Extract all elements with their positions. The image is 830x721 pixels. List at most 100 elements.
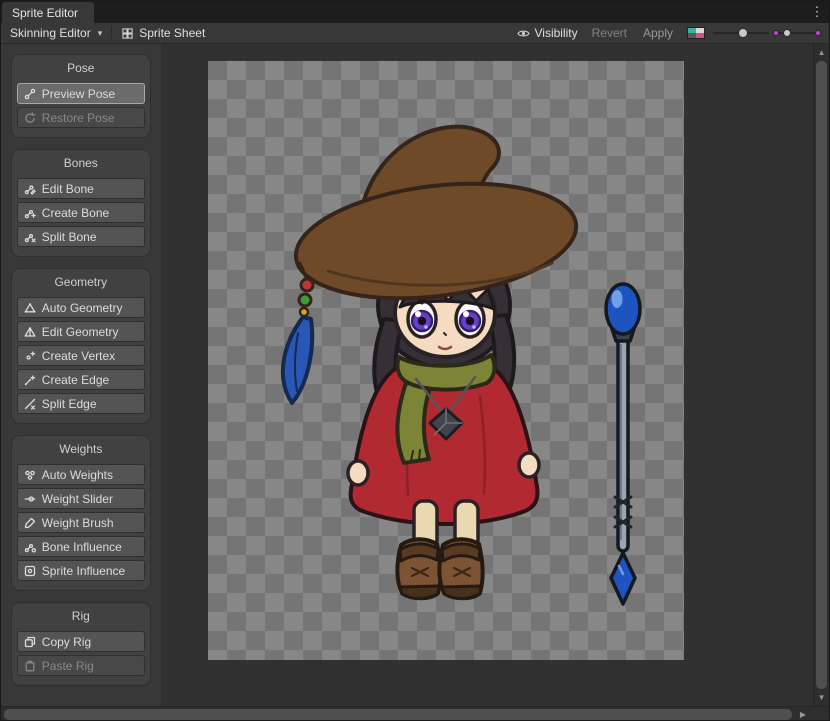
slider-track[interactable] <box>773 32 821 34</box>
edit-geometry-icon <box>24 326 36 338</box>
weights-group-title: Weights <box>17 440 145 461</box>
revert-button[interactable]: Revert <box>586 26 633 40</box>
split-edge-icon <box>24 398 36 410</box>
witch-character-sprite <box>208 61 684 660</box>
sprite-influence-icon <box>24 565 36 577</box>
tab-label: Sprite Editor <box>12 6 78 20</box>
paste-rig-button[interactable]: Paste Rig <box>17 655 145 676</box>
eye-icon <box>517 28 530 39</box>
button-label: Create Edge <box>42 373 109 387</box>
button-label: Edit Bone <box>42 182 94 196</box>
skinning-editor-label: Skinning Editor <box>10 26 91 40</box>
weight-slider-icon <box>24 493 36 505</box>
apply-button[interactable]: Apply <box>637 26 679 40</box>
bone-influence-button[interactable]: Bone Influence <box>17 536 145 557</box>
create-vertex-icon <box>24 350 36 362</box>
boot-right <box>439 539 482 598</box>
weight-slider-button[interactable]: Weight Slider <box>17 488 145 509</box>
button-label: Weight Slider <box>42 492 113 506</box>
paste-rig-icon <box>24 660 36 672</box>
auto-weights-button[interactable]: Auto Weights <box>17 464 145 485</box>
overlay-opacity-slider[interactable] <box>713 26 769 40</box>
button-label: Edit Geometry <box>42 325 119 339</box>
button-label: Auto Geometry <box>42 301 123 315</box>
staff-sprite <box>606 284 640 604</box>
scroll-down-icon[interactable]: ▼ <box>814 690 829 705</box>
button-label: Auto Weights <box>42 468 113 482</box>
edit-bone-icon <box>24 183 36 195</box>
toolbar: Skinning Editor ▾ Sprite Sheet Visibilit… <box>1 23 829 44</box>
bone-influence-icon <box>24 541 36 553</box>
slider-knob[interactable] <box>738 28 748 38</box>
slider-knob[interactable] <box>783 29 791 37</box>
auto-geometry-icon <box>24 302 36 314</box>
horizontal-scrollbar[interactable]: ▶ <box>1 706 829 721</box>
slider-end-dot <box>815 30 821 36</box>
scrollbar-corner <box>812 707 829 721</box>
button-label: Split Bone <box>42 230 97 244</box>
split-bone-button[interactable]: Split Bone <box>17 226 145 247</box>
copy-rig-button[interactable]: Copy Rig <box>17 631 145 652</box>
sprite-viewport[interactable] <box>161 44 813 706</box>
tool-panel: Pose Preview Pose Restore Pose Bones Edi… <box>1 44 161 706</box>
geometry-group: Geometry Auto Geometry Edit Geometry Cre… <box>11 268 151 424</box>
sprite-editor-window: Sprite Editor ⋮ Skinning Editor ▾ Sprite… <box>0 0 830 721</box>
slider-end-dot <box>773 30 779 36</box>
horizontal-scrollbar-thumb[interactable] <box>4 709 792 720</box>
create-vertex-button[interactable]: Create Vertex <box>17 345 145 366</box>
bones-group: Bones Edit Bone Create Bone Split Bone <box>11 149 151 257</box>
button-label: Paste Rig <box>42 659 94 673</box>
button-label: Create Bone <box>42 206 109 220</box>
boot-left <box>397 539 440 598</box>
create-bone-button[interactable]: Create Bone <box>17 202 145 223</box>
scroll-up-icon[interactable]: ▲ <box>814 45 829 60</box>
vertical-scrollbar-thumb[interactable] <box>816 61 827 689</box>
preview-pose-icon <box>24 88 36 100</box>
sprite-sheet-grid-icon <box>121 28 134 39</box>
weight-brush-icon <box>24 517 36 529</box>
witch-body <box>283 127 583 599</box>
sprite-sheet-label: Sprite Sheet <box>139 26 205 40</box>
button-label: Split Edge <box>42 397 97 411</box>
pose-group-title: Pose <box>17 59 145 80</box>
chevron-down-icon: ▾ <box>98 28 103 39</box>
transparency-checkerboard[interactable] <box>208 61 684 660</box>
create-edge-icon <box>24 374 36 386</box>
create-bone-icon <box>24 207 36 219</box>
auto-geometry-button[interactable]: Auto Geometry <box>17 297 145 318</box>
button-label: Bone Influence <box>42 540 122 554</box>
button-label: Sprite Influence <box>42 564 125 578</box>
button-label: Restore Pose <box>42 111 115 125</box>
skinning-editor-dropdown[interactable]: Skinning Editor ▾ <box>1 23 111 43</box>
main-content: Pose Preview Pose Restore Pose Bones Edi… <box>1 44 829 706</box>
restore-pose-icon <box>24 112 36 124</box>
preview-pose-button[interactable]: Preview Pose <box>17 83 145 104</box>
toolbar-right: Visibility Revert Apply <box>513 26 830 40</box>
secondary-opacity-slider[interactable] <box>773 26 821 40</box>
weight-brush-button[interactable]: Weight Brush <box>17 512 145 533</box>
apply-label: Apply <box>643 26 673 40</box>
split-bone-icon <box>24 231 36 243</box>
rig-group-title: Rig <box>17 607 145 628</box>
tab-bar: Sprite Editor ⋮ <box>1 1 829 23</box>
split-edge-button[interactable]: Split Edge <box>17 393 145 414</box>
tab-sprite-editor[interactable]: Sprite Editor <box>2 2 94 23</box>
revert-label: Revert <box>592 26 627 40</box>
overlay-color-swatch[interactable] <box>687 27 705 39</box>
vertical-scrollbar[interactable]: ▲ ▼ <box>813 44 829 706</box>
create-edge-button[interactable]: Create Edge <box>17 369 145 390</box>
sprite-sheet-button[interactable]: Sprite Sheet <box>112 23 214 43</box>
button-label: Preview Pose <box>42 87 115 101</box>
rig-group: Rig Copy Rig Paste Rig <box>11 602 151 686</box>
restore-pose-button[interactable]: Restore Pose <box>17 107 145 128</box>
visibility-label: Visibility <box>535 26 578 40</box>
scroll-right-icon[interactable]: ▶ <box>795 707 811 721</box>
copy-rig-icon <box>24 636 36 648</box>
visibility-toggle[interactable]: Visibility <box>513 26 582 40</box>
bones-group-title: Bones <box>17 154 145 175</box>
sprite-influence-button[interactable]: Sprite Influence <box>17 560 145 581</box>
button-label: Weight Brush <box>42 516 114 530</box>
edit-geometry-button[interactable]: Edit Geometry <box>17 321 145 342</box>
edit-bone-button[interactable]: Edit Bone <box>17 178 145 199</box>
window-menu-icon[interactable]: ⋮ <box>805 1 829 23</box>
